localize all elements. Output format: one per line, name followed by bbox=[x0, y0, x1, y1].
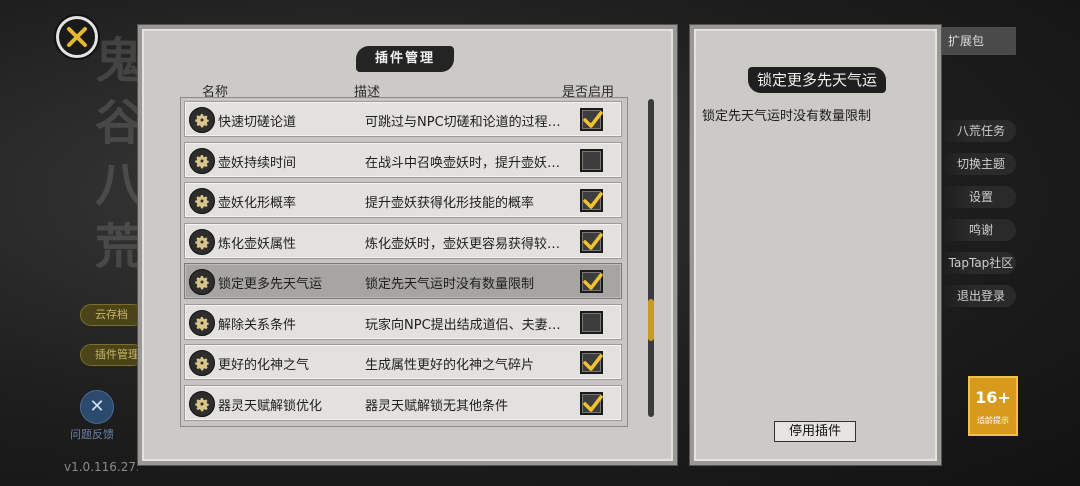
plugin-row[interactable]: 更好的化神之气 生成属性更好的化神之气碎片 bbox=[184, 344, 622, 380]
gear-icon bbox=[189, 147, 215, 174]
gear-icon bbox=[189, 188, 215, 214]
menu-credits[interactable]: 鸣谢 bbox=[940, 219, 1016, 241]
disable-plugin-button[interactable]: 停用插件 bbox=[774, 421, 856, 442]
scrollbar[interactable] bbox=[648, 99, 654, 417]
plugin-row[interactable]: 壶妖持续时间 在战斗中召唤壶妖时，提升壶妖… bbox=[184, 141, 622, 178]
plugin-description: 生成属性更好的化神之气碎片 bbox=[365, 358, 535, 373]
age-rating-value: 16+ bbox=[975, 388, 1011, 407]
menu-expansion[interactable]: 扩展包 bbox=[940, 27, 1016, 55]
plugin-enabled-checkbox[interactable] bbox=[580, 351, 603, 374]
menu-tasks[interactable]: 八荒任务 bbox=[940, 120, 1016, 142]
plugin-enabled-checkbox[interactable] bbox=[580, 270, 603, 293]
plugin-list-panel: 插件管理 名称 描述 是否启用 快速切磋论道 可跳过与NPC切磋和论道的过程… 壶妖… bbox=[138, 25, 677, 465]
help-label: 问题反馈 bbox=[70, 428, 114, 441]
plugin-description: 玩家向NPC提出结成道侣、夫妻… bbox=[365, 317, 561, 333]
plugin-description: 可跳过与NPC切磋和论道的过程… bbox=[365, 115, 561, 130]
plugin-enabled-checkbox[interactable] bbox=[580, 148, 603, 172]
gear-icon bbox=[189, 228, 215, 255]
plugin-description: 提升壶妖获得化形技能的概率 bbox=[365, 196, 535, 211]
plugin-name: 锁定更多先天气运 bbox=[218, 277, 323, 292]
wrench-icon[interactable]: ✕ bbox=[80, 390, 114, 424]
panel-title: 插件管理 bbox=[356, 46, 454, 72]
cloud-save-chip[interactable]: 云存档 bbox=[80, 304, 144, 326]
version-label: v1.0.116.273 bbox=[64, 460, 138, 474]
detail-description: 锁定先天气运时没有数量限制 bbox=[702, 109, 872, 124]
plugin-name: 快速切磋论道 bbox=[218, 115, 297, 130]
menu-logout[interactable]: 退出登录 bbox=[940, 285, 1016, 307]
plugin-detail-panel: 锁定更多先天气运 锁定先天气运时没有数量限制 停用插件 bbox=[690, 25, 941, 465]
plugin-description: 器灵天赋解锁无其他条件 bbox=[365, 398, 509, 414]
plugin-name: 壶妖持续时间 bbox=[218, 155, 297, 171]
plugin-name: 更好的化神之气 bbox=[218, 358, 310, 373]
plugin-description: 锁定先天气运时没有数量限制 bbox=[365, 277, 535, 292]
gear-icon bbox=[189, 269, 215, 295]
plugin-row[interactable]: 锁定更多先天气运 锁定先天气运时没有数量限制 bbox=[184, 263, 622, 299]
plugin-row[interactable]: 快速切磋论道 可跳过与NPC切磋和论道的过程… bbox=[184, 101, 622, 137]
plugin-enabled-checkbox[interactable] bbox=[580, 108, 603, 131]
plugin-row[interactable]: 壶妖化形概率 提升壶妖获得化形技能的概率 bbox=[184, 182, 622, 218]
menu-theme[interactable]: 切换主题 bbox=[940, 153, 1016, 175]
plugin-description: 炼化壶妖时，壶妖更容易获得较… bbox=[365, 236, 561, 252]
detail-title: 锁定更多先天气运 bbox=[748, 67, 886, 93]
scrollbar-thumb[interactable] bbox=[648, 299, 654, 341]
plugin-name: 器灵天赋解锁优化 bbox=[218, 398, 323, 414]
plugin-name: 解除关系条件 bbox=[218, 317, 297, 333]
menu-taptap[interactable]: TapTap社区 bbox=[940, 252, 1016, 274]
plugin-row[interactable]: 解除关系条件 玩家向NPC提出结成道侣、夫妻… bbox=[184, 303, 622, 340]
gear-icon bbox=[189, 390, 215, 417]
plugin-enabled-checkbox[interactable] bbox=[580, 310, 603, 334]
close-button[interactable] bbox=[56, 16, 98, 58]
menu-settings[interactable]: 设置 bbox=[940, 186, 1016, 208]
plugin-list: 快速切磋论道 可跳过与NPC切磋和论道的过程… 壶妖持续时间 在战斗中召唤壶妖时，提升… bbox=[180, 97, 628, 427]
age-rating-badge: 16+ 适龄提示 bbox=[968, 376, 1018, 436]
plugin-name: 炼化壶妖属性 bbox=[218, 236, 297, 252]
plugin-description: 在战斗中召唤壶妖时，提升壶妖… bbox=[365, 155, 561, 171]
gear-icon bbox=[189, 309, 215, 336]
plugin-enabled-checkbox[interactable] bbox=[580, 391, 603, 415]
age-rating-caption: 适龄提示 bbox=[977, 416, 1009, 425]
plugin-name: 壶妖化形概率 bbox=[218, 196, 297, 211]
plugin-manage-chip[interactable]: 插件管理 bbox=[80, 344, 144, 366]
gear-icon bbox=[189, 107, 215, 133]
plugin-enabled-checkbox[interactable] bbox=[580, 229, 603, 253]
plugin-row[interactable]: 器灵天赋解锁优化 器灵天赋解锁无其他条件 bbox=[184, 384, 622, 421]
plugin-row[interactable]: 炼化壶妖属性 炼化壶妖时，壶妖更容易获得较… bbox=[184, 222, 622, 259]
plugin-enabled-checkbox[interactable] bbox=[580, 189, 603, 212]
close-icon bbox=[67, 27, 87, 47]
gear-icon bbox=[189, 350, 215, 376]
